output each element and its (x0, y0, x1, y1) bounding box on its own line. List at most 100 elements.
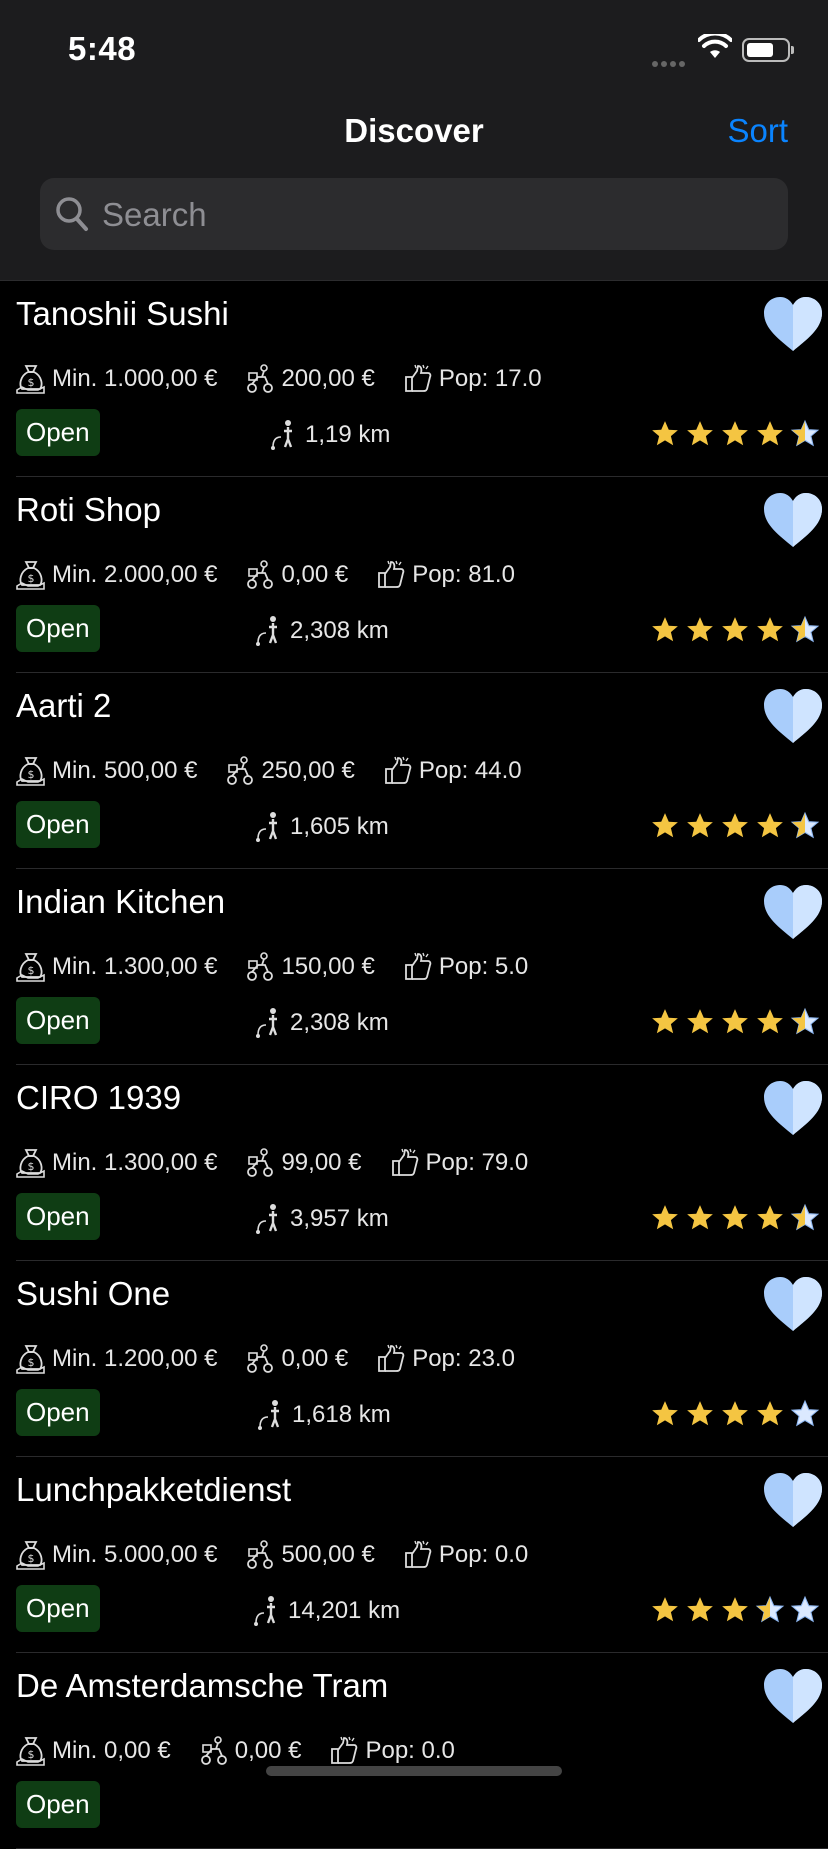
money-bag-icon: $ (16, 953, 45, 982)
min-order: Min. 2.000,00 € (52, 561, 218, 588)
star-icon (755, 1595, 785, 1623)
delivery-scooter-icon (247, 1148, 274, 1177)
star-icon (757, 1009, 783, 1034)
distance: 2,308 km (256, 1007, 389, 1039)
heart-icon[interactable] (762, 295, 824, 353)
restaurant-name: Lunchpakketdienst (16, 1471, 292, 1508)
min-order: Min. 1.300,00 € (52, 953, 218, 980)
favorite-button[interactable] (762, 1471, 824, 1534)
cellular-signal-icon (652, 54, 690, 67)
star-icon (652, 813, 678, 838)
star-icon (652, 1205, 678, 1230)
status-badge: Open (16, 1193, 100, 1240)
status-badge: Open (16, 801, 100, 848)
delivery-cost: 150,00 € (281, 953, 375, 980)
list-item[interactable]: Lunchpakketdienst $ Min. 5.000,00 € 500,00 … (16, 1457, 828, 1653)
star-icon (790, 1595, 820, 1623)
status-badge: Open (16, 409, 100, 456)
walking-distance-icon (256, 1204, 278, 1234)
search-bar[interactable] (40, 178, 788, 252)
distance: 3,957 km (256, 1203, 389, 1235)
distance: 14,201 km (254, 1595, 400, 1627)
walking-distance-icon (254, 1596, 276, 1626)
navigation-bar: Discover Sort (0, 100, 828, 281)
status-badge: Open (16, 997, 100, 1044)
thumbs-up-icon (378, 560, 405, 588)
delivery-cost: 99,00 € (281, 1149, 362, 1176)
restaurant-list[interactable]: Tanoshii Sushi $ Min. 1.000,00 € 200,00 € Po… (0, 281, 828, 1849)
list-item[interactable]: Indian Kitchen $ Min. 1.300,00 € 150,00 € Po… (16, 869, 828, 1065)
svg-text:$: $ (28, 572, 35, 585)
list-item[interactable]: Aarti 2 $ Min. 500,00 € 250,00 € Pop: 44.0 Op… (16, 673, 828, 869)
delivery-cost: 500,00 € (281, 1541, 375, 1568)
list-item[interactable]: Sushi One $ Min. 1.200,00 € 0,00 € Pop: 23.0… (16, 1261, 828, 1457)
money-bag-icon: $ (16, 1345, 45, 1374)
status-badge: Open (16, 1585, 100, 1632)
restaurant-name: Tanoshii Sushi (16, 295, 229, 332)
popularity: Pop: 23.0 (412, 1345, 515, 1372)
svg-text:$: $ (28, 1552, 35, 1565)
rating-stars (645, 1595, 820, 1625)
thumbs-up-icon (331, 1736, 358, 1764)
star-icon (790, 1007, 820, 1035)
star-icon (687, 813, 713, 838)
status-bar: 5:48 (0, 0, 828, 100)
list-item[interactable]: Roti Shop $ Min. 2.000,00 € 0,00 € Pop: 81.0… (16, 477, 828, 673)
svg-text:$: $ (28, 964, 35, 977)
thumbs-up-icon (404, 952, 432, 980)
svg-text:$: $ (28, 1748, 35, 1761)
favorite-button[interactable] (762, 1275, 824, 1338)
restaurant-name: De Amsterdamsche Tram (16, 1667, 389, 1704)
walking-distance-icon (256, 812, 278, 842)
star-icon (652, 1009, 678, 1034)
distance-value: 3,957 km (290, 1205, 389, 1232)
heart-icon[interactable] (762, 1079, 824, 1137)
star-icon (652, 1401, 678, 1426)
heart-icon[interactable] (762, 687, 824, 745)
delivery-cost: 0,00 € (234, 1737, 302, 1764)
rating-stars (645, 811, 820, 841)
status-badge: Open (16, 605, 100, 652)
star-icon (790, 1399, 820, 1427)
list-item[interactable]: De Amsterdamsche Tram $ Min. 0,00 € 0,00 € P… (16, 1653, 828, 1849)
popularity: Pop: 81.0 (412, 561, 515, 588)
popularity: Pop: 0.0 (365, 1737, 455, 1764)
star-icon (790, 615, 820, 643)
distance-value: 2,308 km (290, 1009, 389, 1036)
heart-icon[interactable] (762, 1667, 824, 1725)
delivery-cost: 250,00 € (261, 757, 355, 784)
search-input[interactable] (100, 178, 764, 252)
sort-button[interactable]: Sort (727, 112, 788, 150)
favorite-button[interactable] (762, 687, 824, 750)
star-icon (722, 421, 748, 446)
favorite-button[interactable] (762, 1667, 824, 1730)
thumbs-up-icon (391, 1148, 418, 1176)
status-badge: Open (16, 1781, 100, 1828)
battery-icon (742, 38, 794, 62)
restaurant-name: Aarti 2 (16, 687, 112, 724)
heart-icon[interactable] (762, 491, 824, 549)
favorite-button[interactable] (762, 295, 824, 358)
heart-icon[interactable] (762, 883, 824, 941)
star-icon (687, 617, 713, 642)
svg-text:$: $ (28, 1160, 35, 1173)
rating-stars (645, 1203, 820, 1233)
restaurant-meta: $ Min. 2.000,00 € 0,00 € Pop: 81.0 (16, 557, 543, 593)
star-icon (757, 813, 783, 838)
walking-distance-icon (271, 420, 293, 450)
walking-distance-icon (256, 1008, 278, 1038)
favorite-button[interactable] (762, 491, 824, 554)
restaurant-meta: $ Min. 1.000,00 € 200,00 € Pop: 17.0 (16, 361, 570, 397)
rating-stars (645, 1399, 820, 1429)
list-item[interactable]: Tanoshii Sushi $ Min. 1.000,00 € 200,00 € Po… (16, 281, 828, 477)
thumbs-up-icon (378, 1344, 405, 1372)
favorite-button[interactable] (762, 1079, 824, 1142)
star-icon (790, 811, 820, 839)
favorite-button[interactable] (762, 883, 824, 946)
distance: 1,19 km (271, 419, 390, 451)
list-item[interactable]: CIRO 1939 $ Min. 1.300,00 € 99,00 € Pop: 79.… (16, 1065, 828, 1261)
heart-icon[interactable] (762, 1275, 824, 1333)
min-order: Min. 1.000,00 € (52, 365, 218, 392)
heart-icon[interactable] (762, 1471, 824, 1529)
star-icon (722, 1205, 748, 1230)
